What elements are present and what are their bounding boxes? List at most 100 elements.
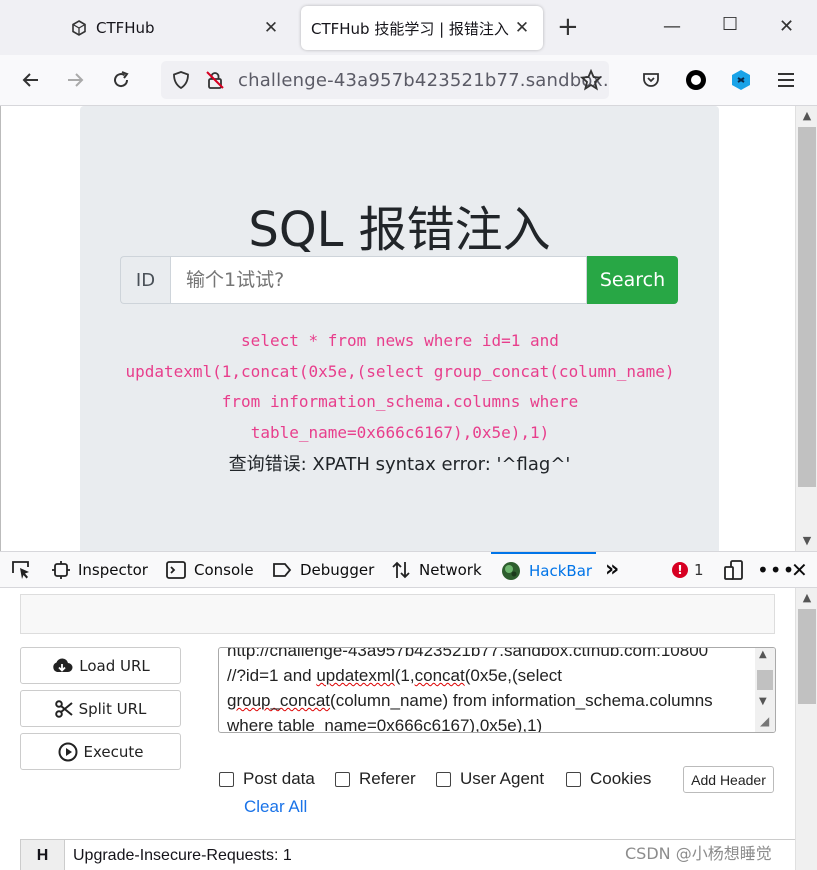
tab-label: Debugger xyxy=(300,560,375,579)
option-label: Cookies xyxy=(590,769,652,788)
url-line: http://challenge-43a957b423521b77.sandbo… xyxy=(227,647,709,660)
sql-line: updatexml(1,concat(0x5e,(select group_co… xyxy=(125,361,675,381)
tab-title: CTFHub xyxy=(96,19,155,37)
scroll-up-icon[interactable]: ▲ xyxy=(759,649,767,660)
search-button[interactable]: Search xyxy=(587,256,678,304)
window-close-icon[interactable]: ✕ xyxy=(779,16,794,37)
option-label: User Agent xyxy=(460,769,545,788)
referer-checkbox[interactable] xyxy=(335,771,350,787)
referer-option[interactable]: Referer xyxy=(335,769,416,789)
url-line: group_concat(column_name) from informati… xyxy=(227,691,713,710)
tab-strip: CTFHub ✕ CTFHub 技能学习 | 报错注入 ✕ + — ☐ ✕ xyxy=(0,0,817,55)
responsive-design-icon[interactable] xyxy=(724,552,744,587)
element-picker-icon[interactable] xyxy=(10,552,32,587)
tab-sql-error-injection[interactable]: CTFHub 技能学习 | 报错注入 ✕ xyxy=(301,6,543,50)
page-title: SQL 报错注入 xyxy=(248,202,551,258)
extension-hex-icon[interactable] xyxy=(728,67,754,93)
post-data-checkbox[interactable] xyxy=(219,771,234,787)
tab-console[interactable]: Console xyxy=(166,552,254,587)
resize-grip-icon[interactable]: ◢ xyxy=(760,714,769,728)
hackbar-scrollbar[interactable]: ▲ xyxy=(795,588,817,870)
user-agent-checkbox[interactable] xyxy=(436,771,451,787)
button-label: Split URL xyxy=(78,699,147,718)
pocket-icon[interactable] xyxy=(638,67,664,93)
error-count: 1 xyxy=(694,561,704,579)
id-prefix-label: ID xyxy=(120,256,170,304)
id-input[interactable] xyxy=(170,256,587,304)
reload-icon[interactable] xyxy=(108,67,134,93)
scrollbar-thumb[interactable] xyxy=(798,609,816,704)
scroll-down-icon[interactable]: ▼ xyxy=(796,534,817,547)
option-label: Referer xyxy=(359,769,416,788)
url-line: //?id=1 and updatexml(1,concat(0x5e,(sel… xyxy=(227,666,563,685)
address-bar[interactable]: challenge-43a957b423521b77.sandbox.c xyxy=(161,61,609,99)
split-url-button[interactable]: Split URL xyxy=(20,690,181,727)
scissors-icon xyxy=(54,699,73,718)
button-label: Execute xyxy=(83,742,144,761)
watermark: CSDN @小杨想睡觉 xyxy=(625,844,772,863)
back-arrow-icon[interactable] xyxy=(18,67,44,93)
tab-label: Network xyxy=(419,560,482,579)
cookies-option[interactable]: Cookies xyxy=(566,769,651,789)
url-text: challenge-43a957b423521b77.sandbox.c xyxy=(238,70,609,91)
tab-debugger[interactable]: Debugger xyxy=(272,552,374,587)
hackbar-icon xyxy=(501,561,521,581)
option-label: Post data xyxy=(243,769,315,788)
ctfhub-favicon-icon xyxy=(70,19,88,37)
button-label: Load URL xyxy=(79,656,150,675)
textarea-scrollbar[interactable]: ▲ ▼ ◢ xyxy=(755,648,775,732)
tab-ctfhub[interactable]: CTFHub ✕ xyxy=(60,6,292,50)
hackbar-url-textarea[interactable]: http://challenge-43a957b423521b77.sandbo… xyxy=(218,647,776,733)
navigation-toolbar: challenge-43a957b423521b77.sandbox.c xyxy=(0,55,817,106)
tab-title: CTFHub 技能学习 | 报错注入 xyxy=(311,19,509,38)
forward-arrow-icon[interactable] xyxy=(62,67,88,93)
tab-label: Console xyxy=(194,560,254,579)
scrollbar-thumb[interactable] xyxy=(798,127,816,487)
error-icon: ! xyxy=(672,562,688,578)
error-count-badge[interactable]: ! 1 xyxy=(672,561,704,579)
network-icon xyxy=(391,560,411,580)
url-line: where table_name=0x666c6167),0x5e),1) xyxy=(227,716,543,733)
cookies-checkbox[interactable] xyxy=(566,771,581,787)
minimize-icon[interactable]: — xyxy=(663,16,681,37)
devtools-toolbar: Inspector Console Debugger Network HackB… xyxy=(0,551,817,588)
new-tab-button[interactable]: + xyxy=(557,14,579,40)
post-data-option[interactable]: Post data xyxy=(219,769,315,789)
shield-icon[interactable] xyxy=(171,70,191,94)
extension-circle-icon[interactable] xyxy=(683,67,709,93)
tab-inspector[interactable]: Inspector xyxy=(52,552,148,587)
tab-label: HackBar xyxy=(529,561,593,580)
load-url-button[interactable]: Load URL xyxy=(20,647,181,684)
search-input-group: ID Search xyxy=(120,256,678,304)
tab-close-icon[interactable]: ✕ xyxy=(511,18,533,38)
tab-network[interactable]: Network xyxy=(391,552,482,587)
sql-line: select * from news where id=1 and xyxy=(241,331,559,350)
scroll-up-icon[interactable]: ▲ xyxy=(796,591,817,604)
add-header-button[interactable]: Add Header xyxy=(683,766,774,793)
more-options-icon[interactable]: ••• xyxy=(757,552,795,587)
clear-all-link[interactable]: Clear All xyxy=(244,797,307,817)
user-agent-option[interactable]: User Agent xyxy=(436,769,544,789)
hamburger-menu-icon[interactable] xyxy=(773,67,799,93)
devtools-close-icon[interactable]: ✕ xyxy=(791,552,808,587)
tab-close-icon[interactable]: ✕ xyxy=(260,18,282,38)
scroll-down-icon[interactable]: ▼ xyxy=(759,696,767,707)
execute-button[interactable]: Execute xyxy=(20,733,181,770)
more-tabs-chevron-icon[interactable]: » xyxy=(605,552,619,587)
header-key: H xyxy=(21,840,65,870)
tab-hackbar[interactable]: HackBar xyxy=(491,552,596,587)
maximize-icon[interactable]: ☐ xyxy=(722,14,738,35)
tab-label: Inspector xyxy=(78,560,148,579)
bookmark-star-icon[interactable] xyxy=(578,67,604,93)
scrollbar-thumb[interactable] xyxy=(757,670,773,690)
query-error-message: 查询错误: XPATH syntax error: '^flag^' xyxy=(228,454,571,475)
header-value[interactable]: Upgrade-Insecure-Requests: 1 xyxy=(65,847,292,865)
console-icon xyxy=(166,560,186,579)
page-scrollbar[interactable]: ▲ ▼ xyxy=(795,106,817,551)
jumbotron: SQL 报错注入 ID Search select * from news wh… xyxy=(80,106,719,551)
scroll-up-icon[interactable]: ▲ xyxy=(796,109,817,122)
sql-query-display: select * from news where id=1 and update… xyxy=(100,326,700,448)
debugger-icon xyxy=(272,562,292,578)
insecure-lock-icon[interactable] xyxy=(205,70,225,94)
hackbar-panel: Load URL Split URL Execute http://challe… xyxy=(0,588,817,870)
